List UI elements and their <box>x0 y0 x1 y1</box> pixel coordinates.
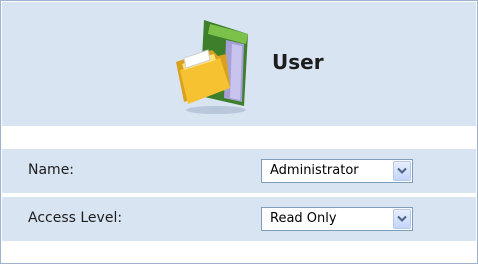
user-folder-icon <box>170 14 266 118</box>
chevron-down-icon[interactable] <box>393 209 411 229</box>
name-row: Name: Administrator <box>2 149 476 193</box>
name-label: Name: <box>28 162 75 178</box>
page-title: User <box>272 50 324 74</box>
divider <box>2 126 476 129</box>
access-level-select[interactable]: Read Only <box>261 207 413 231</box>
access-level-select-value: Read Only <box>270 211 337 226</box>
access-level-label: Access Level: <box>28 210 123 226</box>
user-settings-panel: User Name: Administrator Access Level: R… <box>0 0 478 264</box>
name-select[interactable]: Administrator <box>261 159 413 183</box>
page-header: User <box>2 2 476 126</box>
name-select-value: Administrator <box>270 163 359 178</box>
access-level-row: Access Level: Read Only <box>2 197 476 241</box>
chevron-down-icon[interactable] <box>393 161 411 181</box>
